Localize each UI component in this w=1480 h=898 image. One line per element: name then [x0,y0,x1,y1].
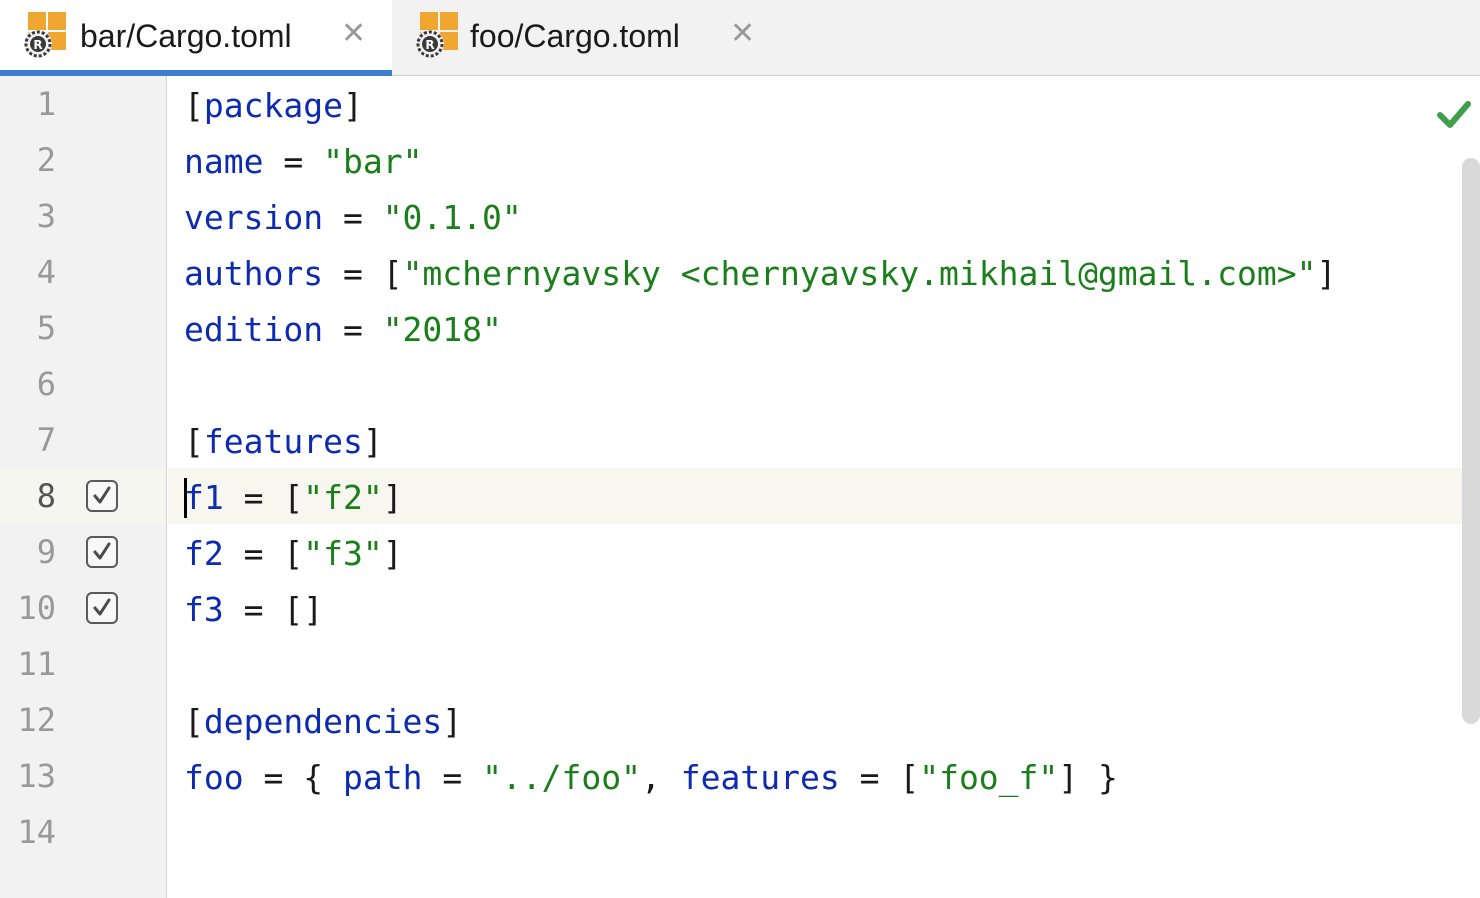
operator: = [839,758,900,797]
close-tab-icon[interactable]: ✕ [341,16,366,51]
line-number: 9 [36,533,56,571]
code-line-13: foo = { path = "../foo", features = ["fo… [184,750,1118,806]
code-line-5: edition = "2018" [184,302,502,358]
string-value: "f2" [303,478,383,517]
close-tab-icon[interactable]: ✕ [730,16,755,51]
code-line-1: [package] [184,78,363,134]
tab-bar-cargo-toml[interactable]: R bar/Cargo.toml ✕ [0,0,392,76]
feature-toggle-checkbox-f2[interactable] [86,536,118,568]
bracket: ] [1058,758,1079,797]
bracket: ] [362,422,383,461]
string-value: "bar" [323,142,423,181]
checkmark-icon [93,486,111,504]
rust-toml-file-icon: R [24,12,66,58]
string-value: "../foo" [482,758,642,797]
line-number: 3 [36,197,56,235]
line-number: 11 [17,645,56,683]
svg-text:R: R [33,38,42,52]
code-line-3: version = "0.1.0" [184,190,522,246]
checkmark-icon [93,542,111,560]
key: foo [184,758,244,797]
bracket: ] [442,702,463,741]
empty-array: [] [283,590,324,629]
line-number: 14 [17,813,56,851]
operator: = [263,142,324,181]
line-number: 5 [36,309,56,347]
key: path [342,758,423,797]
key: authors [184,254,324,293]
code-line-2: name = "bar" [184,134,422,190]
tab-label: foo/Cargo.toml [470,18,680,54]
code-line-12: [dependencies] [184,694,462,750]
key: f3 [184,590,224,629]
vertical-scrollbar[interactable] [1462,158,1480,724]
string-value: "0.1.0" [382,198,522,237]
bracket: [ [283,478,304,517]
checkmark-icon [93,598,111,616]
operator: = [223,478,284,517]
line-number: 6 [36,365,56,403]
section-header: dependencies [203,702,443,741]
rust-toml-file-icon: R [416,12,458,58]
code-line-9: f2 = ["f3"] [184,526,403,582]
svg-text:R: R [425,38,434,52]
editor-gutter[interactable]: 1 2 3 4 5 6 7 8 9 10 11 12 13 14 [0,76,167,898]
key: edition [184,310,324,349]
operator: = [323,254,383,293]
tab-foo-cargo-toml[interactable]: R foo/Cargo.toml ✕ [392,0,782,76]
tab-label: bar/Cargo.toml [80,18,292,54]
key: name [184,142,264,181]
bracket: ] [342,86,363,125]
key: features [680,758,840,797]
bracket: [ [899,758,920,797]
section-header: package [203,86,343,125]
bracket: [ [283,534,304,573]
string-value: "mchernyavsky <chernyavsky.mikhail@gmail… [402,254,1317,293]
operator: = [223,590,284,629]
operator: = [323,310,383,349]
brace: } [1078,758,1118,797]
feature-toggle-checkbox-f3[interactable] [86,592,118,624]
line-number: 1 [36,85,56,123]
string-value: "2018" [382,310,502,349]
bracket: [ [184,422,204,461]
operator: = [323,198,383,237]
no-problems-check-icon[interactable] [1436,96,1472,132]
bracket: ] [382,478,403,517]
code-line-10: f3 = [] [184,582,323,638]
line-number: 2 [36,141,56,179]
editor-tab-bar: R bar/Cargo.toml ✕ R foo/Cargo.toml ✕ [0,0,1480,76]
line-number: 10 [17,589,56,627]
feature-toggle-checkbox-f1[interactable] [86,480,118,512]
key: f2 [184,534,224,573]
text-caret [184,478,187,518]
line-number-current: 8 [36,477,56,515]
line-number: 12 [17,701,56,739]
string-value: "f3" [303,534,383,573]
operator: = [223,534,284,573]
code-line-4: authors = ["mchernyavsky <chernyavsky.mi… [184,246,1336,302]
bracket: [ [184,702,204,741]
code-line-7: [features] [184,414,383,470]
bracket: [ [184,86,204,125]
code-line-8: f1 = ["f2"] [184,470,403,526]
line-number: 7 [36,421,56,459]
line-number: 4 [36,253,56,291]
bracket: ] [1316,254,1337,293]
key: version [184,198,324,237]
brace: { [303,758,343,797]
bracket: [ [382,254,403,293]
section-header: features [203,422,363,461]
operator: = [243,758,304,797]
comma: , [641,758,681,797]
key: f1 [184,478,224,517]
code-editor[interactable]: [package] name = "bar" version = "0.1.0"… [168,76,1480,898]
string-value: "foo_f" [919,758,1059,797]
line-number: 13 [17,757,56,795]
bracket: ] [382,534,403,573]
operator: = [422,758,483,797]
